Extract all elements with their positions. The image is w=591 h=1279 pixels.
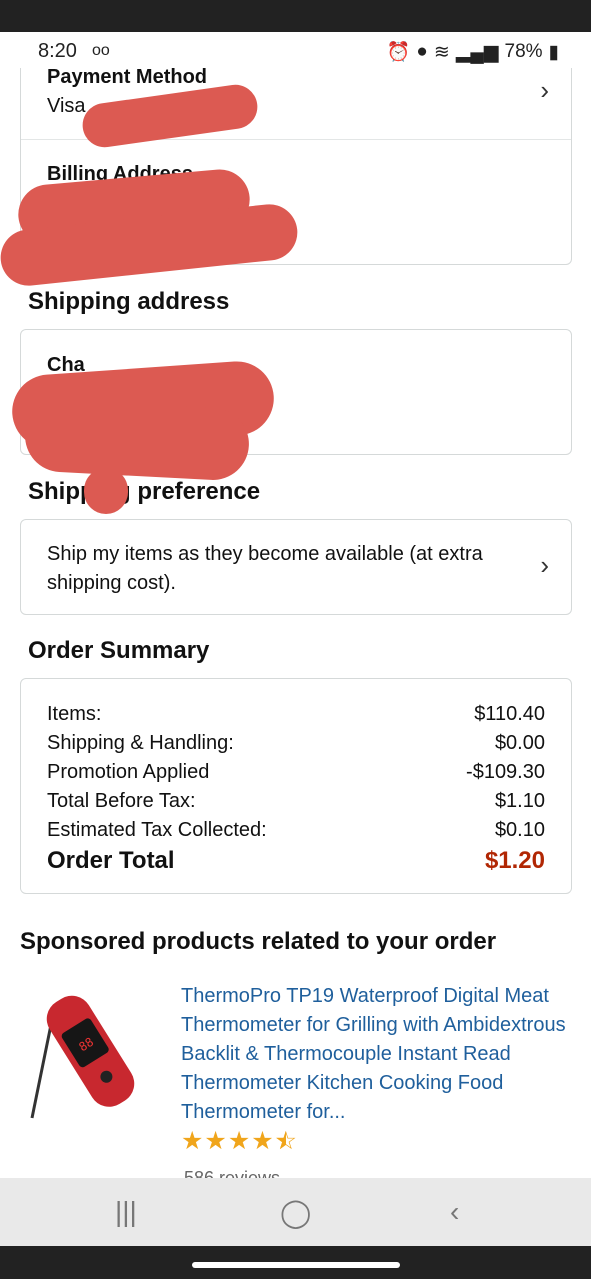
summary-label: Items: — [47, 703, 102, 725]
system-nav-bar: ||| ◯ ‹ — [0, 1178, 591, 1246]
chevron-right-icon[interactable]: › — [540, 75, 549, 106]
battery-icon: ▮ — [548, 41, 559, 63]
summary-row-items: Items: $110.40 — [47, 703, 545, 726]
top-bezel — [0, 0, 591, 32]
order-summary-card: Items: $110.40 Shipping & Handling: $0.0… — [20, 678, 572, 894]
status-time: 8:20 — [38, 40, 77, 62]
battery-level: 78% — [504, 41, 543, 62]
summary-row-before-tax: Total Before Tax: $1.10 — [47, 790, 545, 813]
redaction-scribble — [84, 468, 128, 514]
voicemail-icon: oo — [92, 42, 110, 59]
summary-value: $0.10 — [494, 819, 545, 841]
shipping-preference-card[interactable]: Ship my items as they become available (… — [20, 519, 572, 615]
sponsored-heading: Sponsored products related to your order — [20, 928, 497, 955]
payment-method-title: Payment Method — [47, 66, 208, 88]
home-indicator[interactable] — [192, 1262, 400, 1268]
order-total-value: $1.20 — [484, 847, 545, 874]
summary-row-shipping: Shipping & Handling: $0.00 — [47, 732, 545, 755]
order-total-label: Order Total — [47, 847, 175, 874]
payment-method-value: Visa — [47, 95, 86, 117]
review-count[interactable]: 586 reviews — [184, 1168, 280, 1178]
status-bar: 8:20 oo ⏰ ● ≋ ▂▄▆ 78% ▮ — [0, 32, 591, 68]
shipping-address-heading: Shipping address — [28, 288, 230, 315]
phone-frame: 8:20 oo ⏰ ● ≋ ▂▄▆ 78% ▮ Payment Method V… — [0, 0, 591, 1279]
summary-value: $0.00 — [494, 732, 545, 754]
summary-row-promotion: Promotion Applied -$109.30 — [47, 761, 545, 784]
back-icon[interactable]: ‹ — [450, 1196, 459, 1228]
alarm-icon: ⏰ — [386, 42, 411, 63]
rating-stars: ★★★★☆★ — [181, 1127, 299, 1155]
product-image[interactable]: 88 — [24, 980, 164, 1130]
screen: 8:20 oo ⏰ ● ≋ ▂▄▆ 78% ▮ Payment Method V… — [0, 32, 591, 1178]
summary-label: Total Before Tax: — [47, 790, 196, 812]
summary-row-tax: Estimated Tax Collected: $0.10 — [47, 819, 545, 842]
summary-label: Promotion Applied — [47, 761, 210, 783]
shipping-preference-heading: Shipping preference — [28, 478, 261, 505]
status-icons: ⏰ ● ≋ ▂▄▆ 78% ▮ — [387, 40, 559, 64]
summary-row-total: Order Total $1.20 — [47, 847, 545, 875]
order-summary-heading: Order Summary — [28, 637, 210, 664]
summary-value: $1.10 — [494, 790, 545, 812]
gesture-area — [0, 1246, 591, 1279]
summary-label: Shipping & Handling: — [47, 732, 234, 754]
chevron-right-icon[interactable]: › — [540, 550, 549, 581]
product-title-link[interactable]: ThermoPro TP19 Waterproof Digital Meat T… — [181, 982, 576, 1127]
location-icon: ● — [416, 41, 428, 62]
recents-icon[interactable]: ||| — [115, 1196, 137, 1228]
summary-value: -$109.30 — [466, 761, 545, 783]
redaction-scribble — [23, 398, 251, 482]
summary-value: $110.40 — [474, 703, 545, 725]
shipping-preference-text: Ship my items as they become available (… — [47, 543, 483, 594]
summary-label: Estimated Tax Collected: — [47, 819, 267, 841]
signal-icon: ▂▄▆ — [455, 41, 499, 63]
home-icon[interactable]: ◯ — [280, 1196, 311, 1229]
wifi-icon: ≋ — [433, 41, 450, 63]
